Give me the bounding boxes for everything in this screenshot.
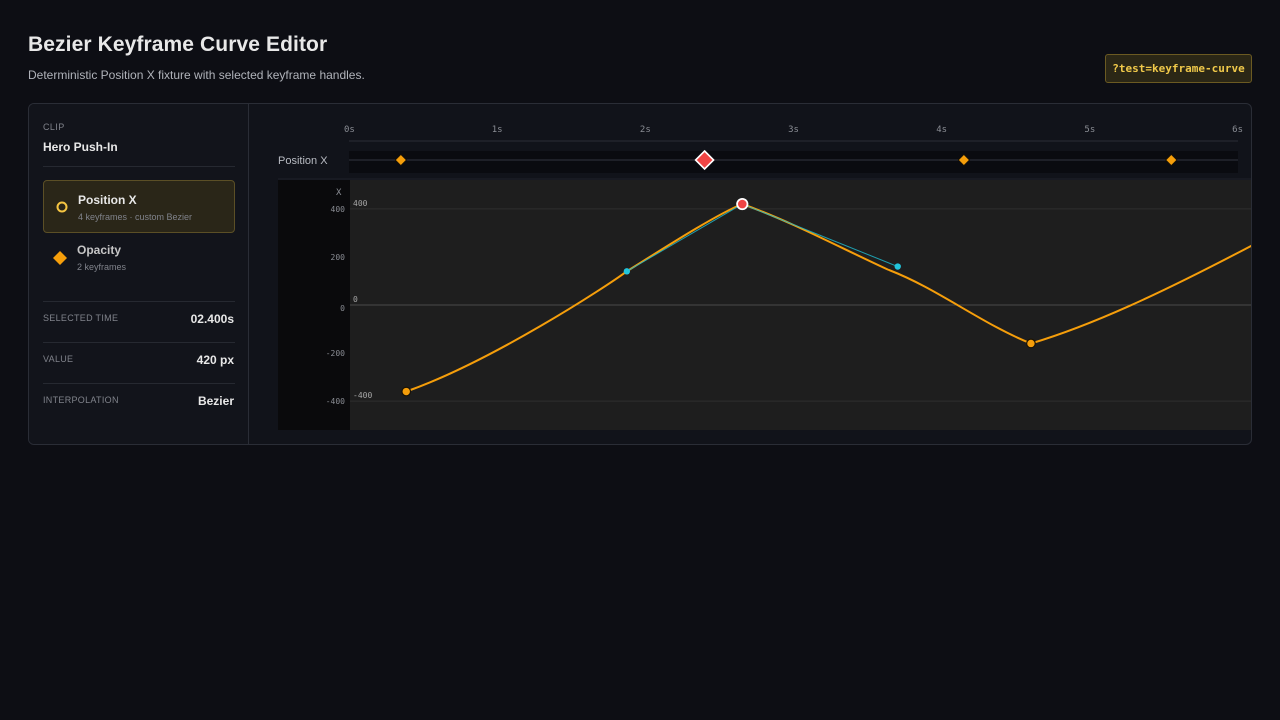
- divider: [43, 166, 235, 167]
- interpolation-value: Bezier: [197, 394, 234, 408]
- track-meta: 4 keyframes · custom Bezier: [78, 212, 193, 222]
- track-name: Opacity: [77, 243, 122, 257]
- divider: [43, 342, 235, 343]
- circle-outline-icon: [56, 201, 68, 213]
- selected-time-value: 02.400s: [190, 312, 234, 326]
- time-tick-label: 4s: [936, 125, 947, 135]
- track-name: Position X: [78, 193, 137, 207]
- value-tick-label: 400: [331, 205, 346, 214]
- clip-caption: CLIP: [43, 122, 65, 132]
- time-tick-label: 2s: [640, 125, 651, 135]
- dope-track-row[interactable]: [349, 151, 1238, 173]
- value-tick-label: -200: [326, 349, 345, 358]
- properties-sidebar: CLIP Hero Push-In Position X 4 keyframes…: [29, 104, 249, 444]
- test-mode-badge[interactable]: ?test=keyframe-curve: [1105, 54, 1252, 83]
- value-tick-label: -400: [326, 397, 345, 406]
- page-title: Bezier Keyframe Curve Editor: [28, 33, 328, 56]
- time-tick-label: 5s: [1084, 125, 1095, 135]
- interpolation-label: INTERPOLATION: [43, 395, 119, 405]
- curve-editor-panel: CLIP Hero Push-In Position X 4 keyframes…: [28, 103, 1252, 445]
- clip-name: Hero Push-In: [43, 140, 118, 154]
- track-meta: 2 keyframes: [77, 262, 127, 272]
- value-tick-label: 0: [340, 304, 345, 313]
- value-axis-label: X: [336, 188, 342, 198]
- selected-keyframe-point[interactable]: [736, 197, 749, 211]
- curve-editor-canvas[interactable]: 0s 1s 2s 3s 4s 5s 6s Position X X 400 200 0 -200 -…: [250, 104, 1252, 445]
- diamond-icon: [53, 251, 67, 265]
- grid-line-label: 400: [353, 199, 368, 208]
- page-subtitle: Deterministic Position X fixture with se…: [28, 68, 365, 82]
- time-tick-label: 1s: [492, 125, 503, 135]
- time-tick-label: 6s: [1232, 125, 1243, 135]
- tangent-in-handle[interactable]: [623, 268, 631, 275]
- grid-line-label: 0: [353, 295, 358, 304]
- keyframe-point[interactable]: [401, 386, 412, 397]
- value-label: VALUE: [43, 354, 74, 364]
- track-position-x[interactable]: Position X 4 keyframes · custom Bezier: [43, 180, 235, 233]
- curve-editor: 0s 1s 2s 3s 4s 5s 6s Position X X 400 200 0 -200 -…: [250, 104, 1252, 445]
- time-tick-label: 3s: [788, 125, 799, 135]
- divider: [43, 383, 235, 384]
- value-tick-label: 200: [331, 253, 346, 262]
- selected-time-label: SELECTED TIME: [43, 313, 119, 323]
- dope-track-label: Position X: [278, 155, 328, 167]
- time-ruler[interactable]: 0s 1s 2s 3s 4s 5s 6s: [344, 125, 1243, 142]
- keyframe-point[interactable]: [1026, 338, 1036, 349]
- divider: [43, 301, 235, 302]
- grid-line-label: -400: [353, 391, 372, 400]
- track-opacity[interactable]: Opacity 2 keyframes: [43, 231, 235, 284]
- value-value: 420 px: [196, 353, 234, 367]
- time-tick-label: 0s: [344, 125, 355, 135]
- tangent-out-handle[interactable]: [894, 263, 901, 270]
